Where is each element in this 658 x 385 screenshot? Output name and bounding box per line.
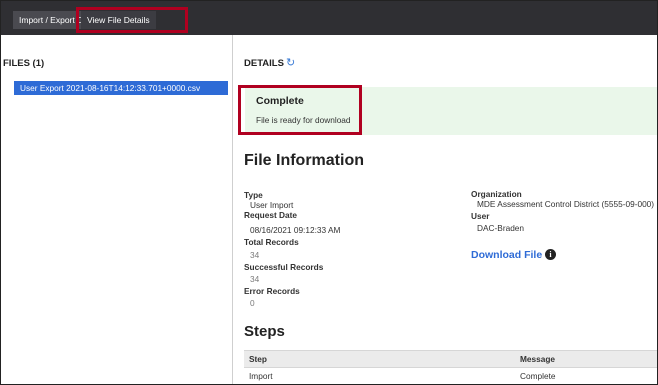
status-highlight-box	[238, 85, 362, 135]
error-records-label: Error Records	[244, 286, 300, 296]
files-heading: FILES (1)	[3, 58, 45, 69]
total-records-value: 34	[250, 250, 260, 260]
message-cell: Complete	[520, 371, 556, 381]
type-value: User Import	[250, 200, 294, 210]
type-label: Type	[244, 190, 263, 200]
file-information-heading: File Information	[244, 152, 364, 169]
app-frame: Import / Export Data View File Details F…	[0, 0, 658, 385]
file-list-item[interactable]: User Export 2021-08-16T14:12:33.701+0000…	[14, 81, 228, 95]
details-heading: DETAILS	[244, 58, 284, 69]
organization-label: Organization	[471, 189, 522, 199]
step-column-header: Step	[244, 350, 515, 368]
table-row: Import Complete	[244, 368, 657, 385]
pane-divider	[232, 35, 233, 384]
refresh-icon[interactable]: ↻	[286, 56, 295, 69]
error-records-value: 0	[250, 298, 255, 308]
request-date-value: 08/16/2021 09:12:33 AM	[250, 225, 341, 235]
download-file-link[interactable]: Download File	[471, 249, 542, 261]
steps-heading: Steps	[244, 323, 285, 340]
user-label: User	[471, 211, 490, 221]
steps-table-header: Step Message	[244, 350, 657, 368]
user-value: DAC-Braden	[477, 223, 525, 233]
message-column-header: Message	[515, 350, 657, 368]
info-circle-icon[interactable]: i	[545, 249, 556, 260]
successful-records-label: Successful Records	[244, 262, 324, 272]
tab-highlight-box	[76, 7, 188, 33]
successful-records-value: 34	[250, 274, 260, 284]
steps-table: Step Message Import Complete	[244, 350, 657, 384]
organization-value: MDE Assessment Control District (5555-09…	[477, 199, 655, 209]
total-records-label: Total Records	[244, 237, 299, 247]
step-cell: Import	[249, 371, 273, 381]
request-date-label: Request Date	[244, 210, 298, 220]
